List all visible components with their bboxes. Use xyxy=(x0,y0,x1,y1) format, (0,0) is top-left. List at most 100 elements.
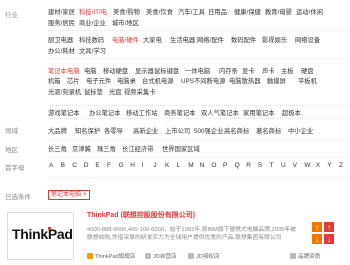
sub-row4-item[interactable]: 办公笔记本 xyxy=(89,108,120,117)
letter-filter-item[interactable]: T xyxy=(269,162,273,169)
letter-filter-item[interactable]: H xyxy=(130,162,135,169)
industry-row2b-item[interactable]: 文具/学习 xyxy=(79,46,106,55)
chip-jd-auth[interactable]: JD授权店 xyxy=(188,252,220,260)
domain-items-item[interactable]: 500强企业 xyxy=(194,126,223,135)
brand-name[interactable]: ThinkPad xyxy=(87,212,119,219)
letter-filter-item[interactable]: B xyxy=(61,162,65,169)
letter-filter-item[interactable]: J xyxy=(153,162,156,169)
letter-filter-item[interactable]: A xyxy=(49,162,53,169)
domain-items-item[interactable]: 中小企业 xyxy=(288,126,313,135)
sub-row1-item[interactable]: 显示器 xyxy=(135,66,154,75)
region-items-item[interactable]: 长江经济带 xyxy=(122,144,153,153)
industry-row2b-item[interactable]: 办公/耗材 xyxy=(48,46,75,55)
letter-filter-item[interactable]: O xyxy=(211,162,216,169)
close-icon[interactable]: × xyxy=(83,192,87,198)
letter-filter-item[interactable]: F xyxy=(107,162,111,169)
letter-filter-item[interactable]: I xyxy=(142,162,144,169)
domain-items-item[interactable]: 大品牌 xyxy=(48,126,67,135)
sub-row2-item[interactable]: UPS不间断电源 xyxy=(181,76,225,85)
sub-row1-item[interactable]: 声卡 xyxy=(262,66,275,75)
vote-down-icon[interactable]: ↓ xyxy=(324,234,334,244)
industry-row1-item[interactable]: 汽车/工具 xyxy=(178,7,205,16)
sub-row3-item[interactable]: 光盘 xyxy=(109,87,122,96)
sub-row1-item[interactable]: 一体电脑 xyxy=(185,66,210,75)
industry-row1-item[interactable]: 建材/家居 xyxy=(48,7,75,16)
industry-row1b-item[interactable]: 城市/地区 xyxy=(112,18,139,27)
vote-up-icon[interactable]: ↑ xyxy=(324,222,334,232)
sub-row1-item[interactable]: 显卡 xyxy=(242,66,255,75)
vote-up-icon[interactable]: ↑ xyxy=(312,222,322,232)
sub-row1-item[interactable]: 鼠标键盘 xyxy=(154,66,179,75)
region-items-item[interactable]: 长三角 xyxy=(48,144,67,153)
industry-row1-item[interactable]: 日用品 xyxy=(208,7,227,16)
industry-row1-item[interactable]: 美食/饮食 xyxy=(146,7,173,16)
sub-row1-item[interactable]: 笔记本电脑 xyxy=(48,66,79,75)
industry-row1b-item[interactable]: 服务/居民 xyxy=(48,18,75,27)
sub-row2-item[interactable]: 平板机 xyxy=(298,76,317,85)
domain-items-item[interactable]: 各零导 xyxy=(104,126,123,135)
domain-items-item[interactable]: 上市公司 xyxy=(165,126,190,135)
sub-row4-item[interactable]: 移动工作站 xyxy=(126,108,157,117)
letter-filter-item[interactable]: M xyxy=(188,162,193,169)
letter-filter-item[interactable]: Y xyxy=(327,162,331,169)
industry-row2-item[interactable]: 科技数码 xyxy=(79,35,104,44)
letter-filter-item[interactable]: N xyxy=(200,162,205,169)
letter-filter-item[interactable]: R xyxy=(246,162,251,169)
letter-filter-item[interactable]: W xyxy=(304,162,310,169)
sub-row4-item[interactable]: 商务笔记本 xyxy=(164,108,195,117)
letter-filter-item[interactable]: E xyxy=(95,162,99,169)
letter-filter-item[interactable]: Q xyxy=(235,162,240,169)
sub-row2-item[interactable]: 触摸屏 xyxy=(267,76,286,85)
letter-filter-item[interactable]: Z xyxy=(339,162,343,169)
industry-row1b-item[interactable]: 商业/企业 xyxy=(79,18,106,27)
chip-qualification[interactable]: 品牌资质 xyxy=(290,252,320,260)
letter-filter-item[interactable]: C xyxy=(72,162,77,169)
industry-row2-item[interactable]: 生活电器 xyxy=(170,35,195,44)
chip-jd-self[interactable]: JD自营店 xyxy=(145,252,177,260)
letter-filter-item[interactable]: X xyxy=(316,162,320,169)
domain-items-item[interactable]: 高名商标 xyxy=(224,126,249,135)
industry-row1-item[interactable]: 运动/休闲 xyxy=(296,7,323,16)
sub-row1-item[interactable]: 主板 xyxy=(281,66,294,75)
sub-row1-item[interactable]: 硬盘 xyxy=(301,66,314,75)
vote-down-icon[interactable]: ↓ xyxy=(312,234,322,244)
region-items-item[interactable]: 京津冀 xyxy=(72,144,91,153)
sub-row2-item[interactable]: 机箱 xyxy=(48,76,61,85)
industry-row2-item[interactable]: 影视娱乐 xyxy=(262,35,287,44)
industry-row1-item[interactable]: 科技/IT/电 xyxy=(79,7,107,16)
industry-row2-item[interactable]: 大家电 xyxy=(143,35,162,44)
chip-flagship[interactable]: ThinkPad旗舰店 xyxy=(87,252,135,260)
sub-row2-item[interactable]: 电脑桌 xyxy=(117,76,136,85)
sub-row1-item[interactable]: 内存条 xyxy=(219,66,238,75)
industry-row2-item[interactable]: 数码配件 xyxy=(231,35,256,44)
sub-row3-item[interactable]: 光驱/刻录机 xyxy=(48,87,81,96)
sub-row4-item[interactable]: 双人气笔记本 xyxy=(201,108,239,117)
letter-filter-item[interactable]: L xyxy=(177,162,181,169)
letter-filter-item[interactable]: S xyxy=(258,162,262,169)
domain-items-item[interactable]: 高新企业 xyxy=(133,126,158,135)
industry-row1-item[interactable]: 美食/购物 xyxy=(113,7,140,16)
sub-row4-item[interactable]: 超极本 xyxy=(282,108,301,117)
letter-filter-item[interactable]: G xyxy=(119,162,124,169)
sub-row2-item[interactable]: 电子元件 xyxy=(86,76,111,85)
sub-row2-item[interactable]: 芯片 xyxy=(67,76,80,85)
letter-filter-item[interactable]: U xyxy=(281,162,286,169)
industry-row2-item[interactable]: 厨卫电器 xyxy=(48,35,73,44)
sub-row1-item[interactable]: 电脑 xyxy=(84,66,97,75)
industry-row2-item[interactable]: 网络/配件 xyxy=(197,35,224,44)
sub-row2-item[interactable]: 台式机电源 xyxy=(142,76,173,85)
region-items-item[interactable]: 世界国家区域 xyxy=(162,144,200,153)
letter-filter-item[interactable]: P xyxy=(223,162,227,169)
industry-row1-item[interactable]: 教育/母婴 xyxy=(265,7,292,16)
selected-tag[interactable]: 笔记本电脑 × xyxy=(48,190,90,200)
industry-row2-item[interactable]: 电脑/硬件 xyxy=(112,35,139,44)
industry-row1-item[interactable]: 健康/保健 xyxy=(234,7,261,16)
sub-row4-item[interactable]: 游戏笔记本 xyxy=(48,108,79,117)
industry-row2-item[interactable]: 网络设备 xyxy=(295,35,320,44)
sub-row2-item[interactable]: 电脑散热器 xyxy=(229,76,260,85)
letter-filter-item[interactable]: V xyxy=(293,162,297,169)
sub-row3-item[interactable]: 视频采集卡 xyxy=(124,87,155,96)
region-items-item[interactable]: 珠三角 xyxy=(97,144,116,153)
domain-items-item[interactable]: 著名商标 xyxy=(256,126,281,135)
brand-title[interactable]: ThinkPad (联想控股股份有限公司) xyxy=(87,210,195,220)
